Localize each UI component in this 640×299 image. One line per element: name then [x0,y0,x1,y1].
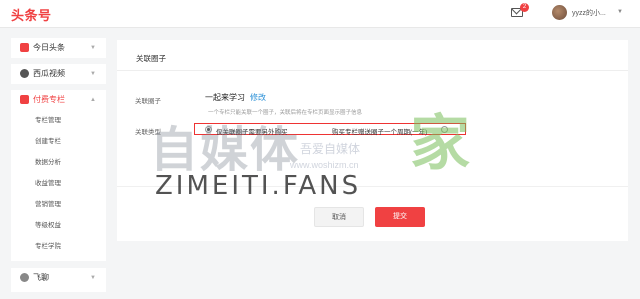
toutiao-icon [20,43,29,52]
sidebar-subitem-marketing[interactable]: 营销管理 [11,194,106,215]
sidebar-item-label: 飞聊 [33,273,49,282]
sidebar-subitem-data-analysis[interactable]: 数据分析 [11,152,106,173]
avatar[interactable] [552,5,567,20]
column-icon [20,95,29,104]
chevron-down-icon: ▼ [90,275,96,281]
top-bar: 头条号 2 yyzz的小... ▼ [0,0,640,28]
sidebar-item-label: 付费专栏 [33,95,65,104]
sidebar-subitem-column-manage[interactable]: 专栏管理 [11,110,106,131]
sidebar-item-feiliao[interactable]: 飞聊 ▼ [11,268,106,288]
sidebar-subitem-level[interactable]: 等级权益 [11,215,106,236]
sidebar-subitem-create-column[interactable]: 创建专栏 [11,131,106,152]
circle-name: 一起来学习 [205,93,245,102]
chevron-down-icon: ▼ [90,71,96,77]
notification-badge: 2 [520,3,529,12]
logo[interactable]: 头条号 [11,5,52,24]
sidebar-group-column: 付费专栏 ▲ 专栏管理 创建专栏 数据分析 收益管理 营销管理 等级权益 专栏学… [11,90,106,261]
xigua-icon [20,69,29,78]
sidebar-group-xigua: 西瓜视频 ▼ [11,64,106,84]
watermark-fans: ZIMEITI.FANS [155,171,362,201]
sidebar-item-label: 西瓜视频 [33,69,65,78]
chevron-down-icon[interactable]: ▼ [617,9,623,15]
chevron-down-icon: ▼ [90,45,96,51]
cancel-button[interactable]: 取消 [314,207,364,227]
sidebar-item-toutiao[interactable]: 今日头条 ▼ [11,38,106,58]
sidebar-subitem-income[interactable]: 收益管理 [11,173,106,194]
sidebar-group-toutiao: 今日头条 ▼ [11,38,106,58]
sidebar-subitem-academy[interactable]: 专栏学院 [11,236,106,257]
sidebar-group-feiliao: 飞聊 ▼ [11,268,106,292]
watermark-home: 家 [410,109,470,179]
sidebar: 今日头条 ▼ 西瓜视频 ▼ 付费专栏 ▲ 专栏管理 创建专栏 数据分析 收益管理… [11,38,106,267]
edit-circle-link[interactable]: 修改 [250,92,266,103]
circle-label: 关联圈子 [135,98,161,105]
sidebar-item-xigua[interactable]: 西瓜视频 ▼ [11,64,106,84]
sidebar-item-column[interactable]: 付费专栏 ▲ [11,90,106,110]
page-title: 关联圈子 [136,54,166,63]
divider [117,70,628,71]
submit-button[interactable]: 提交 [375,207,425,227]
watermark-text: 自媒体 [150,122,301,178]
chevron-up-icon: ▲ [90,97,96,103]
watermark-subtext: 吾爱自媒体 [300,142,361,156]
watermark-url: www.woshizm.cn [290,160,359,170]
feiliao-icon [20,273,29,282]
sidebar-item-label: 今日头条 [33,43,65,52]
username[interactable]: yyzz的小... [572,8,606,18]
